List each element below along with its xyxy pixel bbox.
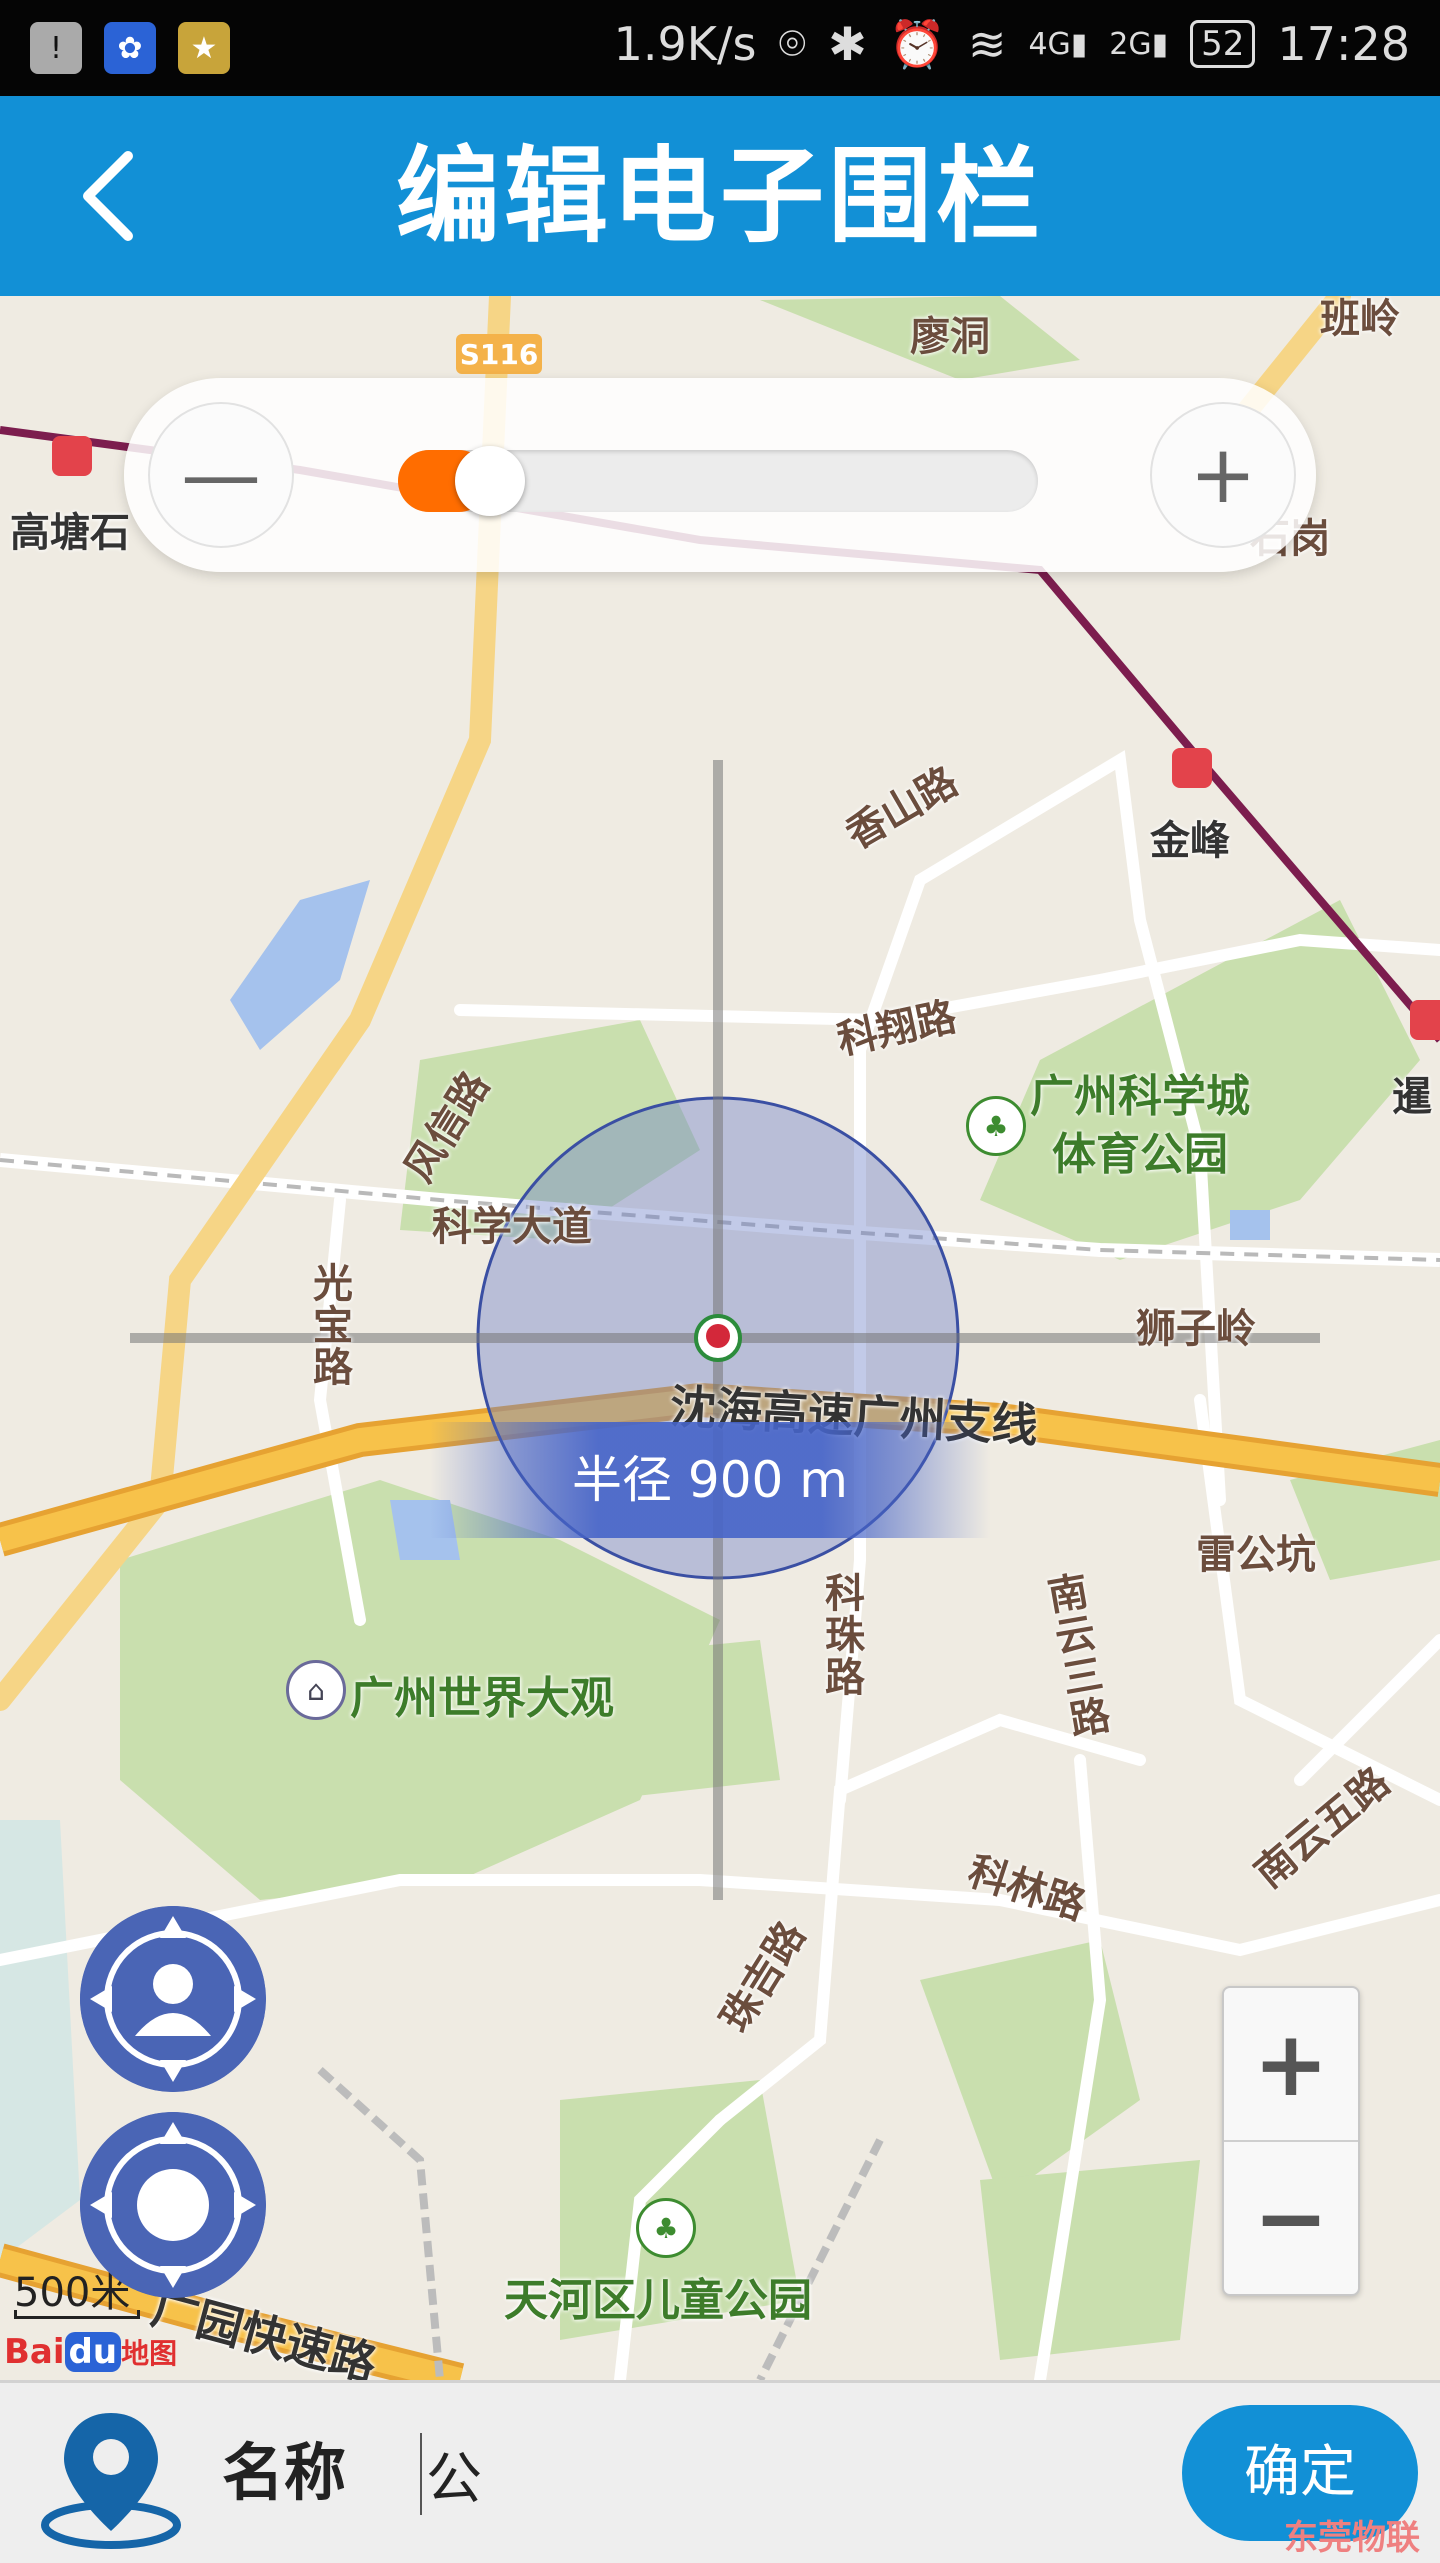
location-icon: ⌾ [778, 16, 807, 70]
zoom-out-button[interactable]: − [1224, 2142, 1358, 2294]
signal-4g: 4G▮ [1028, 26, 1088, 62]
locate-device-button[interactable] [80, 2112, 266, 2298]
map-label: 廖洞 [910, 314, 990, 360]
map-label: 天河区儿童公园 [504, 2275, 812, 2326]
decrease-radius-button[interactable]: — [148, 402, 294, 548]
star-app-icon: ★ [178, 22, 230, 74]
back-button[interactable] [70, 146, 150, 246]
wifi-icon: ≋ [967, 17, 1007, 71]
scale-bar [14, 2310, 140, 2319]
zoom-in-button[interactable]: + [1224, 1988, 1358, 2140]
fence-name-input[interactable] [420, 2433, 1128, 2515]
radius-slider-panel: — + [124, 378, 1316, 572]
park-poi-icon[interactable]: ♣ [636, 2198, 696, 2258]
increase-radius-button[interactable]: + [1150, 402, 1296, 548]
location-pin-icon [41, 2413, 181, 2549]
locate-user-button[interactable] [80, 1906, 266, 2092]
name-label: 名称 [222, 2436, 347, 2509]
status-bar: ! ✿ ★ 1.9K/s ⌾ ✱ ⏰ ≋ 4G▮ 2G▮ 52 17:28 [0, 0, 1440, 96]
park-poi-icon[interactable]: ♣ [966, 1096, 1026, 1156]
clock: 17:28 [1277, 17, 1410, 71]
sim-warning-icon: ! [30, 22, 82, 74]
signal-2g: 2G▮ [1109, 26, 1169, 62]
map-label: 班岭 [1320, 296, 1400, 342]
map-label: 暹 [1392, 1074, 1432, 1120]
watermark: 东莞物联 [1284, 2518, 1420, 2558]
map-label: 金峰 [1150, 818, 1230, 864]
map-label: 科学大道 [432, 1204, 592, 1250]
map-label: 雷公坑 [1196, 1532, 1316, 1578]
alarm-icon: ⏰ [888, 16, 946, 71]
page-title: 编辑电子围栏 [395, 135, 1044, 257]
radius-slider-handle[interactable] [455, 446, 525, 516]
map-label: 光宝路 [306, 1262, 352, 1388]
map-label: 高塘石 [10, 510, 130, 556]
radius-text: 半径 900 m [572, 1451, 848, 1509]
zoom-control: + − [1222, 1986, 1360, 2296]
net-speed: 1.9K/s [613, 17, 757, 71]
radius-indicator: 半径 900 m [430, 1422, 990, 1538]
map-label: 广州世界大观 [350, 1673, 614, 1724]
bottom-bar: 名称 确定 东莞物联 [0, 2380, 1440, 2563]
map-label: 广州科学城 体育公园 [1030, 1071, 1250, 1180]
battery-icon: 52 [1190, 20, 1256, 68]
baidu-icon: ✿ [104, 22, 156, 74]
bluetooth-icon: ✱ [828, 17, 867, 71]
radius-slider-track[interactable] [398, 446, 1038, 516]
map-label: 科珠路 [818, 1572, 864, 1698]
svg-text:S116: S116 [460, 338, 539, 371]
map-label: 狮子岭 [1136, 1306, 1256, 1352]
landmark-poi-icon[interactable]: ⌂ [286, 1660, 346, 1720]
app-header: 编辑电子围栏 [0, 96, 1440, 296]
baidu-map-logo: Bai du 地图 [4, 2332, 178, 2372]
